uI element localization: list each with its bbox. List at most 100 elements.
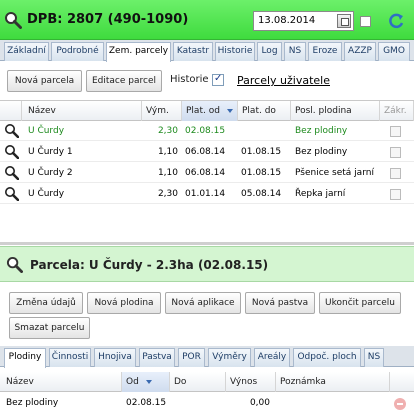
row-checkbox[interactable] [390, 126, 401, 137]
tab-hnojiva[interactable]: Hnojiva [94, 348, 136, 367]
tab-ns[interactable]: NS [284, 42, 306, 61]
magnifier-icon [5, 12, 22, 29]
header-checkbox[interactable] [360, 16, 371, 27]
crop-table-header: Název Od Do Výnos Poznámka [0, 372, 414, 392]
edit-parcels-button[interactable]: Editace parcel [86, 70, 162, 92]
refresh-icon[interactable] [387, 12, 405, 30]
user-parcels-link[interactable]: Parcely uživatele [237, 74, 330, 87]
cell-name: U Čurdy 1 [28, 147, 73, 157]
date-field[interactable]: 13.08.2014 [253, 11, 354, 31]
col-name[interactable]: Název [22, 101, 142, 121]
cell-area: 1,10 [157, 168, 178, 178]
history-label: Historie [170, 74, 209, 85]
end-parcel-button[interactable]: Ukončit parcelu [319, 292, 401, 314]
table-row[interactable]: Bez plodiny 02.08.15 0,00 [0, 393, 414, 413]
col-crop-to[interactable]: Do [170, 372, 226, 392]
magnifier-icon [6, 256, 23, 273]
col-last-crop[interactable]: Posl. plodina [291, 101, 380, 121]
col-yield[interactable]: Výnos [226, 372, 276, 392]
delete-parcel-button[interactable]: Smazat parcelu [9, 317, 90, 339]
parcel-detail-title: Parcela: U Čurdy - 2.3ha (02.08.15) [30, 258, 269, 272]
tab-katastr[interactable]: Katastr [173, 42, 213, 61]
cell-from: 06.08.14 [185, 147, 226, 157]
new-application-button[interactable]: Nová aplikace [165, 292, 241, 314]
tab-ns-bottom[interactable]: NS [364, 348, 384, 367]
tab-arealy[interactable]: Areály [254, 348, 290, 367]
cell-crop: Řepka jarní [295, 189, 346, 199]
new-pasture-button[interactable]: Nová pastva [245, 292, 315, 314]
cell-crop-name: Bez plodiny [6, 398, 59, 408]
change-data-button[interactable]: Změna údajů [9, 292, 83, 314]
cell-crop: Bez plodiny [295, 147, 348, 157]
cell-area: 1,10 [157, 147, 178, 157]
delete-icon[interactable] [394, 398, 406, 410]
parcel-detail-tabs: Plodiny Činnosti Hnojiva Pastva POR Výmě… [0, 346, 414, 368]
tab-zakladni[interactable]: Základní [4, 42, 49, 61]
record-tabs: Základní Podrobné Zem. parcely Katastr H… [0, 40, 414, 62]
col-crop-from[interactable]: Od [122, 372, 170, 392]
history-checkbox[interactable] [212, 73, 224, 86]
row-checkbox[interactable] [390, 168, 401, 179]
tab-cinnosti[interactable]: Činnosti [49, 348, 91, 367]
record-title: DPB: 2807 (490-1090) [27, 12, 189, 27]
table-row[interactable]: U Čurdy 1 1,10 06.08.14 01.08.15 Bez plo… [0, 142, 414, 162]
cell-name: U Čurdy [28, 126, 65, 136]
sort-desc-icon [146, 380, 152, 384]
col-valid-from-label: Plat. od [186, 106, 220, 116]
col-note[interactable]: Poznámka [276, 372, 390, 392]
tab-azzp[interactable]: AZZP [344, 42, 376, 61]
tab-log[interactable]: Log [257, 42, 282, 61]
tab-vymery[interactable]: Výměry [208, 348, 251, 367]
table-row[interactable]: U Čurdy 2,30 01.01.14 05.08.14 Řepka jar… [0, 184, 414, 204]
tab-zem-parcely[interactable]: Zem. parcely [106, 42, 171, 62]
row-checkbox[interactable] [390, 147, 401, 158]
tab-podrobne[interactable]: Podrobné [51, 42, 104, 61]
new-crop-button[interactable]: Nová plodina [87, 292, 161, 314]
tab-plodiny[interactable]: Plodiny [4, 348, 46, 368]
cell-area: 2,30 [157, 126, 178, 136]
crop-table: Název Od Do Výnos Poznámka Bez plodiny 0… [0, 370, 414, 419]
magnifier-icon[interactable] [4, 144, 19, 159]
col-crop-name[interactable]: Název [0, 372, 122, 392]
parcel-detail-header: Parcela: U Čurdy - 2.3ha (02.08.15) [0, 246, 414, 282]
sort-desc-icon [227, 109, 233, 113]
magnifier-icon[interactable] [4, 165, 19, 180]
col-valid-from[interactable]: Plat. od [182, 101, 238, 121]
cell-crop: Bez plodiny [295, 126, 348, 136]
panel-splitter[interactable] [0, 242, 414, 245]
col-crop-from-label: Od [126, 377, 139, 387]
new-parcel-button[interactable]: Nová parcela [7, 70, 82, 92]
col-actions [390, 372, 414, 392]
tab-eroze[interactable]: Eroze [308, 42, 342, 61]
table-row[interactable]: U Čurdy 2 1,10 06.08.14 01.08.15 Pšenice… [0, 163, 414, 183]
record-header: DPB: 2807 (490-1090) 13.08.2014 [0, 0, 414, 40]
tab-por[interactable]: POR [178, 348, 205, 367]
calendar-icon[interactable] [337, 14, 351, 28]
tab-gmo[interactable]: GMO [378, 42, 410, 61]
parcel-table-header: Název Vým. Plat. od Plat. do Posl. plodi… [0, 101, 414, 121]
magnifier-icon[interactable] [4, 186, 19, 201]
parcel-table: Název Vým. Plat. od Plat. do Posl. plodi… [0, 100, 414, 210]
table-row[interactable]: U Čurdy 2,30 02.08.15 Bez plodiny [0, 121, 414, 141]
tab-odpoc-ploch[interactable]: Odpoč. ploch [293, 348, 361, 367]
cell-name: U Čurdy [28, 189, 65, 199]
cell-to: 05.08.14 [241, 189, 282, 199]
cell-name: U Čurdy 2 [28, 168, 73, 178]
cell-area: 2,30 [157, 189, 178, 199]
tab-historie[interactable]: Historie [215, 42, 255, 61]
row-checkbox[interactable] [390, 189, 401, 200]
cell-crop: Pšenice setá jarní [295, 168, 374, 178]
date-value: 13.08.2014 [258, 15, 316, 26]
tab-pastva[interactable]: Pastva [139, 348, 175, 367]
cell-yield: 0,00 [249, 398, 270, 408]
cell-to: 01.08.15 [241, 147, 282, 157]
cell-from: 06.08.14 [185, 168, 226, 178]
col-area[interactable]: Vým. [142, 101, 182, 121]
parcel-toolbar: Nová parcela Editace parcel Historie Par… [0, 62, 414, 100]
magnifier-icon[interactable] [4, 123, 19, 138]
cell-crop-from: 02.08.15 [126, 398, 167, 408]
col-icon [0, 101, 22, 121]
col-valid-to[interactable]: Plat. do [238, 101, 291, 121]
col-zakr[interactable]: Zákr. [380, 101, 414, 121]
cell-from: 02.08.15 [185, 126, 226, 136]
